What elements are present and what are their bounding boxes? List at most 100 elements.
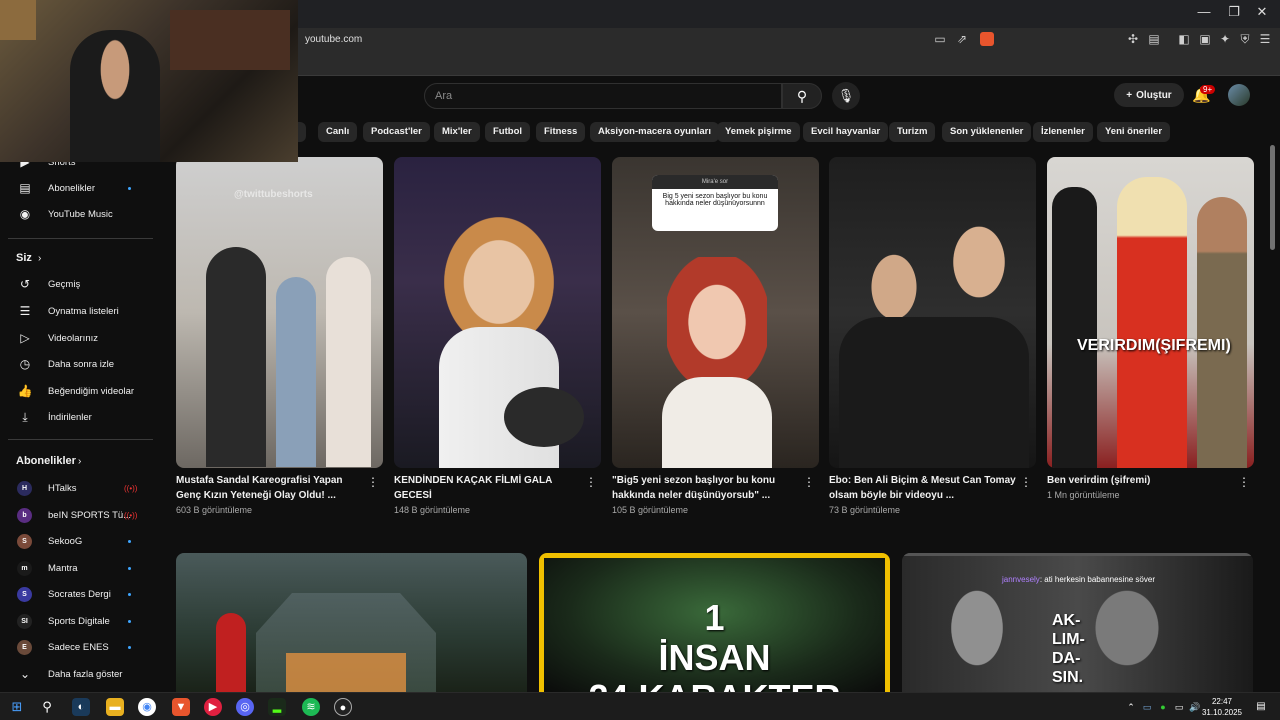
obs-icon[interactable]: ● [334,698,352,716]
sidebar-item-liked-videos[interactable]: 👍 Beğendiğim videolar [0,379,155,403]
vpn-icon[interactable]: ⛨ [1238,32,1252,47]
chip-recent[interactable]: Son yüklenenler [942,122,1032,142]
search-input[interactable]: Ara [424,83,782,109]
tab-icon[interactable]: ▤ [1147,32,1161,46]
video-title[interactable]: Mustafa Sandal Kareografisi Yapan Genç K… [176,473,366,503]
search-icon[interactable]: ⚲ [38,698,56,716]
media-player-icon[interactable]: ▶ [204,698,222,716]
notification-center-icon[interactable]: ▤ [1252,698,1270,716]
taskbar-clock[interactable]: 22:47 31.10.2025 [1200,696,1244,718]
search-button[interactable]: ⚲ [782,83,822,109]
file-explorer-icon[interactable]: ▬ [106,698,124,716]
video-thumbnail[interactable] [176,553,527,693]
video-title[interactable]: "Big5 yeni sezon başlıyor bu konu hakkın… [612,473,802,503]
sidebar-item-subscriptions[interactable]: ▤ Abonelikler [0,176,155,200]
clock-date: 31.10.2025 [1201,708,1243,717]
sidebar-item-history[interactable]: ↺ Geçmiş [0,272,155,296]
divider [8,238,153,239]
chip-podcasts[interactable]: Podcast'ler [363,122,430,142]
search-placeholder: Ara [435,90,453,102]
video-title[interactable]: Ebo: Ben Ali Biçim & Mesut Can Tomay ols… [829,473,1019,503]
sidebar-toggle-icon[interactable]: ◧ [1177,32,1191,46]
share-icon[interactable]: ⇗ [955,32,969,46]
short-thumbnail[interactable] [829,157,1036,468]
brave-shield-icon[interactable] [980,32,994,46]
chip-action-games[interactable]: Aksiyon-macera oyunları [590,122,719,142]
leo-icon[interactable]: ✦ [1218,32,1232,46]
menu-icon[interactable]: ☰ [1258,32,1272,46]
sidebar-channel-sekoog[interactable]: S SekooG [0,529,155,553]
sidebar-item-watch-later[interactable]: ◷ Daha sonra izle [0,352,155,376]
extensions-icon[interactable]: ✣ [1126,32,1140,46]
sidebar-channel-sadece-enes[interactable]: E Sadece ENES [0,635,155,659]
discord-icon[interactable]: ◎ [236,698,254,716]
restore-icon[interactable]: ❐ [1220,4,1248,20]
sidebar-item-your-videos[interactable]: ▷ Videolarınız [0,326,155,350]
short-card[interactable]: Big 5 yeni sezon başlıyor bu konu hakkın… [612,157,819,515]
sidebar-subscriptions-heading[interactable]: Abonelikler › [0,449,155,473]
sidebar-show-more[interactable]: ⌄ Daha fazla göster [0,662,155,686]
close-icon[interactable]: ✕ [1248,4,1276,20]
sidebar-channel-mantra[interactable]: m Mantra [0,556,155,580]
cast-icon[interactable]: ▭ [933,32,947,46]
more-options-icon[interactable]: ⋮ [803,475,815,489]
account-avatar[interactable] [1228,84,1250,106]
chip-new-recommendations[interactable]: Yeni öneriler [1097,122,1171,142]
sidebar-item-playlists[interactable]: ☰ Oynatma listeleri [0,299,155,323]
watermark: @twittubeshorts [234,189,313,200]
more-options-icon[interactable]: ⋮ [1020,475,1032,489]
video-thumbnail[interactable]: jannvesely: ati herkesin babannesine söv… [902,553,1253,693]
short-card[interactable]: @twittubeshorts Mustafa Sandal Kareograf… [176,157,383,515]
brave-icon[interactable]: ▼ [172,698,190,716]
short-thumbnail[interactable] [394,157,601,468]
live-icon: ((•)) [124,483,138,493]
short-thumbnail[interactable]: @twittubeshorts [176,157,383,468]
chip-pets[interactable]: Evcil hayvanlar [803,122,889,142]
chip-tourism[interactable]: Turizm [889,122,936,142]
sidebar-channel-socrates[interactable]: S Socrates Dergi [0,582,155,606]
new-content-dot [128,592,131,596]
short-thumbnail[interactable]: Big 5 yeni sezon başlıyor bu konu hakkın… [612,157,819,468]
chip-cooking[interactable]: Yemek pişirme [717,122,800,142]
view-count: 1 Mn görüntüleme [1047,490,1120,500]
sidebar-item-youtube-music[interactable]: ◉ YouTube Music [0,202,155,226]
more-options-icon[interactable]: ⋮ [367,475,379,489]
playlist-icon: ☰ [19,304,31,318]
channel-avatar: m [17,560,32,576]
more-options-icon[interactable]: ⋮ [585,475,597,489]
chip-watched[interactable]: İzlenenler [1033,122,1093,142]
chip-mixes[interactable]: Mix'ler [434,122,480,142]
short-card[interactable]: Ebo: Ben Ali Biçim & Mesut Can Tomay ols… [829,157,1036,515]
chip-fitness[interactable]: Fitness [536,122,586,142]
short-card[interactable]: VERIRDIM(ŞIFREMI) Ben verirdim (şifremi)… [1047,157,1254,500]
kick-icon[interactable]: ▂ [268,698,286,716]
short-card[interactable]: KENDİNDEN KAÇAK FİLMİ GALA GECESİ 148 B … [394,157,601,515]
subscriptions-icon: ▤ [19,181,31,195]
sidebar-channel-sports-digitale[interactable]: SI Sports Digitale [0,609,155,633]
chip-football[interactable]: Futbol [485,122,531,142]
section-heading: Siz [16,252,32,264]
wallet-icon[interactable]: ▣ [1198,32,1212,46]
sidebar-channel-htalks[interactable]: H HTalks ((•)) [0,476,155,500]
create-button[interactable]: + Oluştur [1114,83,1184,107]
minimize-icon[interactable]: — [1190,4,1218,19]
video-title[interactable]: KENDİNDEN KAÇAK FİLMİ GALA GECESİ [394,473,584,503]
windows-start-icon[interactable]: ⊞ [8,698,26,716]
steam-icon[interactable]: ◐ [72,698,90,716]
voice-search-button[interactable]: 🎙 [832,82,860,110]
sidebar-you-heading[interactable]: Siz › [0,246,155,270]
history-icon: ↺ [19,277,31,291]
sidebar-item-downloads[interactable]: ⤓ İndirilenler [0,405,155,429]
spotify-icon[interactable]: ≋ [302,698,320,716]
channel-avatar: S [17,533,32,549]
filter-chips-bar: n Canlı Podcast'ler Mix'ler Futbol Fitne… [176,122,1176,142]
more-options-icon[interactable]: ⋮ [1238,475,1250,489]
video-title[interactable]: Ben verirdim (şifremi) [1047,473,1237,488]
url-text[interactable]: youtube.com [305,34,362,45]
sidebar-channel-bein-sports[interactable]: b beIN SPORTS Tü... ((•)) [0,503,155,527]
video-thumbnail[interactable]: 1 İNSAN 24 KARAKTER [539,553,890,693]
chrome-icon[interactable]: ◉ [138,698,156,716]
chip-live[interactable]: Canlı [318,122,358,142]
page-scrollbar[interactable] [1270,145,1275,250]
short-thumbnail[interactable]: VERIRDIM(ŞIFREMI) [1047,157,1254,468]
